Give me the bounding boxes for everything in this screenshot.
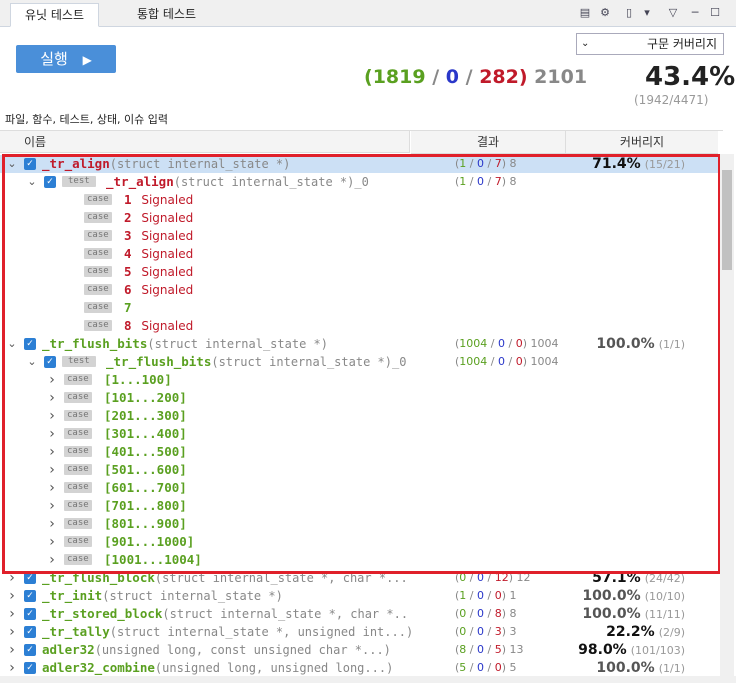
tab-unit-test[interactable]: 유닛 테스트 xyxy=(10,3,100,27)
coverage-percent: 22.2% xyxy=(606,624,655,640)
play-icon: ▶ xyxy=(82,53,92,67)
row-name-text: _tr_stored_block xyxy=(42,606,163,621)
result-counts: (0 / 0 / 8) 8 xyxy=(455,607,517,620)
table-row[interactable]: › ✓ _tr_stored_block(struct internal_state… xyxy=(0,605,718,623)
run-label: 실행 xyxy=(40,50,68,68)
coverage-percent: 43.4% xyxy=(645,62,736,92)
chevron-right-icon[interactable]: › xyxy=(6,587,18,605)
coverage-cell: 22.2% (2/9) xyxy=(570,623,685,642)
test-summary: (1819 / 0 / 282) 2101 xyxy=(364,66,588,88)
run-button[interactable]: 실행 ▶ xyxy=(16,45,116,73)
coverage-detail: (1942/4471) xyxy=(634,93,709,107)
total-count: 2101 xyxy=(534,66,588,88)
dropdown-icon[interactable]: ▾ xyxy=(640,6,654,20)
row-params: (unsigned long, unsigned long...) xyxy=(154,661,394,675)
row-name: _tr_init(struct internal_state *) xyxy=(42,587,283,605)
collapse-icon[interactable]: ▤ xyxy=(578,6,592,20)
checkbox[interactable]: ✓ xyxy=(24,644,36,656)
row-name: _tr_tally(struct internal_state *, unsig… xyxy=(42,623,413,641)
row-name: adler32(unsigned long, const unsigned ch… xyxy=(42,641,391,659)
coverage-ratio: (1/1) xyxy=(658,662,685,675)
checkbox[interactable]: ✓ xyxy=(24,608,36,620)
table-row[interactable]: › ✓ adler32(unsigned long, const unsigned … xyxy=(0,641,718,659)
horizontal-scrollbar[interactable] xyxy=(0,676,736,683)
checkbox[interactable]: ✓ xyxy=(24,590,36,602)
coverage-ratio: (2/9) xyxy=(658,626,685,639)
coverage-type-select[interactable]: ⌄ 구문 커버리지 xyxy=(576,33,724,55)
result-counts: (8 / 0 / 5) 13 xyxy=(455,643,524,656)
coverage-percent: 100.0% xyxy=(582,588,641,604)
maximize-icon[interactable]: ☐ xyxy=(708,6,722,20)
coverage-percent: 100.0% xyxy=(596,660,655,676)
row-params: (struct internal_state *, unsigned int..… xyxy=(109,625,414,639)
highlight-box xyxy=(2,154,721,574)
column-header-coverage[interactable]: 커버리지 xyxy=(566,131,718,154)
row-params: (struct internal_state *, char *.. xyxy=(162,607,409,621)
scrollbar-thumb[interactable] xyxy=(722,170,732,270)
coverage-cell: 98.0% (101/103) xyxy=(570,641,685,660)
row-name: _tr_stored_block(struct internal_state *… xyxy=(42,605,408,623)
filter-icon[interactable]: ⚙ xyxy=(598,6,612,20)
row-name-text: _tr_init xyxy=(42,588,103,603)
coverage-percent: 100.0% xyxy=(582,606,641,622)
fail-count: 0 xyxy=(445,66,459,88)
minimize-icon[interactable]: ▽ xyxy=(666,6,680,20)
chevron-right-icon[interactable]: › xyxy=(6,641,18,659)
chevron-down-icon: ⌄ xyxy=(581,38,590,49)
coverage-percent: 98.0% xyxy=(578,642,627,658)
row-params: (struct internal_state *) xyxy=(102,589,283,603)
coverage-ratio: (11/11) xyxy=(644,608,685,621)
chevron-right-icon[interactable]: › xyxy=(6,605,18,623)
coverage-cell: 100.0% (11/11) xyxy=(570,605,685,624)
error-count: 282 xyxy=(479,66,519,88)
column-header-name[interactable]: 이름 xyxy=(0,131,410,153)
minimize-icon[interactable]: ─ xyxy=(688,6,702,20)
pass-count: 1819 xyxy=(372,66,426,88)
result-counts: (1 / 0 / 0) 1 xyxy=(455,589,517,602)
coverage-cell: 100.0% (10/10) xyxy=(570,587,685,606)
row-params: (unsigned long, const unsigned char *...… xyxy=(94,643,391,657)
filter-input[interactable]: 파일, 함수, 테스트, 상태, 이슈 입력 xyxy=(0,110,723,131)
table-row[interactable]: › ✓ adler32_combine(unsigned long, unsigne… xyxy=(0,659,718,677)
result-counts: (0 / 0 / 3) 3 xyxy=(455,625,517,638)
coverage-type-value: 구문 커버리지 xyxy=(646,37,717,51)
row-name-text: adler32_combine xyxy=(42,660,155,675)
result-counts: (5 / 0 / 0) 5 xyxy=(455,661,517,674)
table-row[interactable]: › ✓ _tr_tally(struct internal_state *, uns… xyxy=(0,623,718,641)
column-header-result[interactable]: 결과 xyxy=(411,131,566,154)
coverage-ratio: (10/10) xyxy=(644,590,685,603)
row-name: adler32_combine(unsigned long, unsigned … xyxy=(42,659,393,677)
tab-integration-test[interactable]: 통합 테스트 xyxy=(123,3,210,25)
chevron-right-icon[interactable]: › xyxy=(6,623,18,641)
export-icon[interactable]: ▯ xyxy=(622,6,636,20)
coverage-ratio: (101/103) xyxy=(630,644,685,657)
chevron-right-icon[interactable]: › xyxy=(6,659,18,677)
checkbox[interactable]: ✓ xyxy=(24,626,36,638)
checkbox[interactable]: ✓ xyxy=(24,662,36,674)
row-name-text: _tr_tally xyxy=(42,624,110,639)
table-row[interactable]: › ✓ _tr_init(struct internal_state *) (1 / … xyxy=(0,587,718,605)
row-name-text: adler32 xyxy=(42,642,95,657)
